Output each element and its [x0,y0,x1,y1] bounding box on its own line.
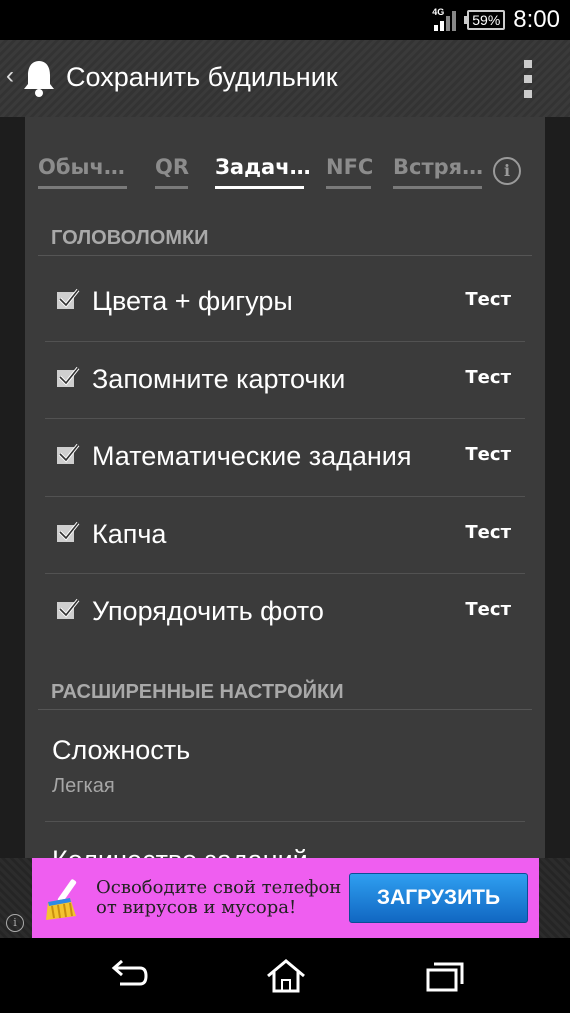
ad-banner[interactable]: Освободите свой телефон от вирусов и мус… [32,858,539,938]
tab-normal[interactable]: Обыч… [38,155,127,191]
ad-info-icon[interactable]: i [6,914,24,932]
section-heading-advanced: РАСШИРЕННЫЕ НАСТРОЙКИ [51,681,344,703]
test-button[interactable]: Тест [465,289,511,310]
back-icon[interactable] [106,958,150,994]
test-button[interactable]: Тест [465,599,511,620]
tab-strip: Обыч… QR Задач… NFC Встря… i [38,155,532,205]
ad-area: Освободите свой телефон от вирусов и мус… [0,858,570,938]
puzzle-label: Запомните карточки [92,364,346,394]
tab-shake[interactable]: Встря… [393,155,483,191]
settings-panel: Обыч… QR Задач… NFC Встря… i ГОЛОВОЛОМКИ… [25,117,545,858]
puzzle-row-colors-shapes[interactable]: Цвета + фигуры Тест [45,264,525,341]
puzzle-row-captcha[interactable]: Капча Тест [45,497,525,574]
checkbox-checked-icon[interactable] [57,366,80,387]
section-heading-puzzles: ГОЛОВОЛОМКИ [51,227,209,249]
checkbox-checked-icon[interactable] [57,598,80,619]
row-divider [45,821,525,822]
tab-nfc[interactable]: NFC [326,155,373,191]
checkbox-checked-icon[interactable] [57,443,80,464]
tab-qr[interactable]: QR [155,155,189,191]
difficulty-setting[interactable]: Сложность Легкая [25,717,545,817]
battery-level: 59% [467,10,506,30]
status-bar: 4G 59% 8:00 [0,0,570,40]
broom-icon [46,879,77,920]
puzzle-row-math[interactable]: Математические задания Тест [45,419,525,496]
section-divider [38,709,532,710]
network-type: 4G [432,7,445,17]
page-title: Сохранить будильник [66,62,338,92]
ad-text: Освободите свой телефон от вирусов и мус… [96,877,342,918]
navigation-bar [0,938,570,1013]
section-divider [38,255,532,256]
checkbox-checked-icon[interactable] [57,288,80,309]
puzzle-label: Капча [92,519,167,549]
tab-tasks[interactable]: Задач… [215,155,311,191]
info-icon[interactable]: i [493,157,521,185]
alarm-bell-icon[interactable] [22,58,56,98]
clock: 8:00 [513,6,560,33]
action-bar: ‹ Сохранить будильник [0,40,570,117]
signal-icon: 4G [432,7,457,31]
checkbox-checked-icon[interactable] [57,521,80,542]
test-button[interactable]: Тест [465,367,511,388]
puzzle-label: Цвета + фигуры [92,286,293,316]
overflow-menu-icon[interactable] [524,60,532,98]
battery-icon: 59% [464,10,506,30]
difficulty-value: Легкая [52,775,115,797]
puzzle-label: Математические задания [92,441,412,471]
recent-apps-icon[interactable] [422,958,466,994]
puzzle-label: Упорядочить фото [92,596,324,626]
puzzle-row-memory-cards[interactable]: Запомните карточки Тест [45,342,525,419]
test-button[interactable]: Тест [465,444,511,465]
task-count-setting[interactable]: Количество заданий [52,845,308,858]
puzzle-row-order-photos[interactable]: Упорядочить фото Тест [45,574,525,651]
difficulty-title: Сложность [52,735,191,765]
ad-download-button[interactable]: ЗАГРУЗИТЬ [349,873,528,923]
home-icon[interactable] [264,958,308,994]
back-chevron-icon[interactable]: ‹ [6,62,14,90]
test-button[interactable]: Тест [465,522,511,543]
